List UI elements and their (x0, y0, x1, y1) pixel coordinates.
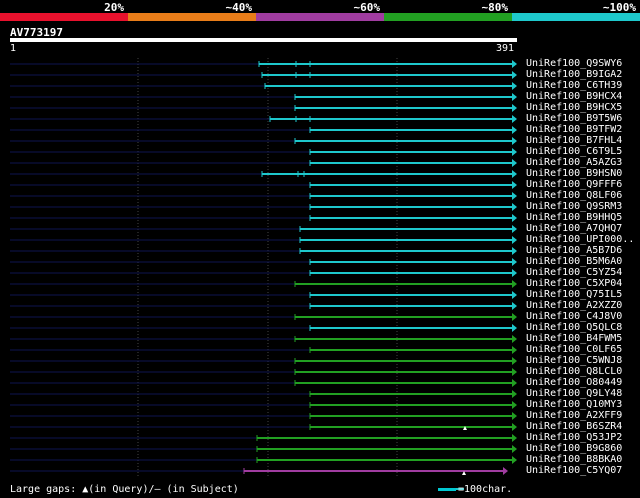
hit-arrow (512, 225, 517, 233)
hit-arrow (512, 71, 517, 79)
hit-arrow (512, 181, 517, 189)
hit-arrow (512, 390, 517, 398)
hit-label[interactable]: UniRef100_C6TH39 (526, 80, 622, 91)
hit-label[interactable]: UniRef100_A5AZG3 (526, 157, 622, 168)
hit-arrow (512, 313, 517, 321)
hit-label[interactable]: UniRef100_C0LF65 (526, 344, 622, 355)
hit-label[interactable]: UniRef100_A2XZZ0 (526, 300, 622, 311)
hit-arrow (512, 258, 517, 266)
hit-arrow (512, 104, 517, 112)
hit-label[interactable]: UniRef100_Q75IL5 (526, 289, 622, 300)
hit-arrow (512, 335, 517, 343)
hit-label[interactable]: UniRef100_B5M6A0 (526, 256, 622, 267)
hit-arrow (503, 467, 508, 475)
hit-label[interactable]: UniRef100_A5B7D6 (526, 245, 622, 256)
hit-arrow (512, 368, 517, 376)
hit-label[interactable]: UniRef100_B9HCX5 (526, 102, 622, 113)
hit-label[interactable]: UniRef100_B8BKA0 (526, 454, 622, 465)
hit-arrow (512, 247, 517, 255)
hit-label[interactable]: UniRef100_Q9SRM3 (526, 201, 622, 212)
hit-arrow (512, 115, 517, 123)
hit-arrow (512, 456, 517, 464)
hit-label[interactable]: UniRef100_C5XP04 (526, 278, 622, 289)
hit-arrow (512, 412, 517, 420)
hit-arrow (512, 126, 517, 134)
hit-arrow (512, 324, 517, 332)
hit-label[interactable]: UniRef100_C4J8V0 (526, 311, 622, 322)
hit-arrow (512, 379, 517, 387)
hit-arrow (512, 192, 517, 200)
scale-legend: =100char. (438, 484, 512, 495)
hit-label[interactable]: UniRef100_A2XFF9 (526, 410, 622, 421)
hit-label[interactable]: UniRef100_B4FWM5 (526, 333, 622, 344)
hit-label[interactable]: UniRef100_Q10MY3 (526, 399, 622, 410)
hit-arrow (512, 401, 517, 409)
hit-arrow (512, 445, 517, 453)
hit-arrow (512, 214, 517, 222)
hit-arrow (512, 357, 517, 365)
hit-label[interactable]: UniRef100_B9HSN0 (526, 168, 622, 179)
hit-arrow (512, 137, 517, 145)
hit-label[interactable]: UniRef100_C5WNJ8 (526, 355, 622, 366)
gaps-legend: Large gaps: ▲(in Query)/— (in Subject) (10, 484, 239, 495)
hit-arrow (512, 93, 517, 101)
scale-text: =100char. (458, 484, 513, 495)
hit-arrow (512, 346, 517, 354)
hit-label[interactable]: UniRef100_Q8LCL0 (526, 366, 622, 377)
hit-label[interactable]: UniRef100_Q9LY48 (526, 388, 622, 399)
hit-label[interactable]: UniRef100_C5YZ54 (526, 267, 622, 278)
hit-arrow (512, 291, 517, 299)
hit-arrow (512, 170, 517, 178)
hit-arrow (512, 269, 517, 277)
hit-label[interactable]: UniRef100_O80449 (526, 377, 622, 388)
hit-label[interactable]: UniRef100_A7QHQ7 (526, 223, 622, 234)
hit-arrow (512, 280, 517, 288)
hit-label[interactable]: UniRef100_B9G860 (526, 443, 622, 454)
hit-label[interactable]: UniRef100_B9HHQ5 (526, 212, 622, 223)
hit-label[interactable]: UniRef100_C5YQ07 (526, 465, 622, 476)
hit-arrow (512, 203, 517, 211)
hit-arrow (512, 159, 517, 167)
hit-label[interactable]: UniRef100_B9HCX4 (526, 91, 622, 102)
hit-label[interactable]: UniRef100_Q53JP2 (526, 432, 622, 443)
hit-arrow (512, 236, 517, 244)
hit-label[interactable]: UniRef100_Q9SWY6 (526, 58, 622, 69)
hit-label[interactable]: UniRef100_C6T9L5 (526, 146, 622, 157)
hit-arrow (512, 60, 517, 68)
hit-label[interactable]: UniRef100_UPI000.. (526, 234, 634, 245)
hit-label[interactable]: UniRef100_B7FHL4 (526, 135, 622, 146)
hit-arrow (512, 423, 517, 431)
hit-label[interactable]: UniRef100_B9T5W6 (526, 113, 622, 124)
hit-label[interactable]: UniRef100_Q8LF06 (526, 190, 622, 201)
hit-arrow (512, 148, 517, 156)
hit-arrow (512, 434, 517, 442)
hit-label[interactable]: UniRef100_Q5QLC8 (526, 322, 622, 333)
hit-label[interactable]: UniRef100_B9IGA2 (526, 69, 622, 80)
hit-label[interactable]: UniRef100_B6SZR4 (526, 421, 622, 432)
hit-arrow (512, 82, 517, 90)
hit-arrow (512, 302, 517, 310)
hit-label[interactable]: UniRef100_B9TFW2 (526, 124, 622, 135)
hit-label[interactable]: UniRef100_Q9FFF6 (526, 179, 622, 190)
scale-swatch (438, 487, 456, 491)
